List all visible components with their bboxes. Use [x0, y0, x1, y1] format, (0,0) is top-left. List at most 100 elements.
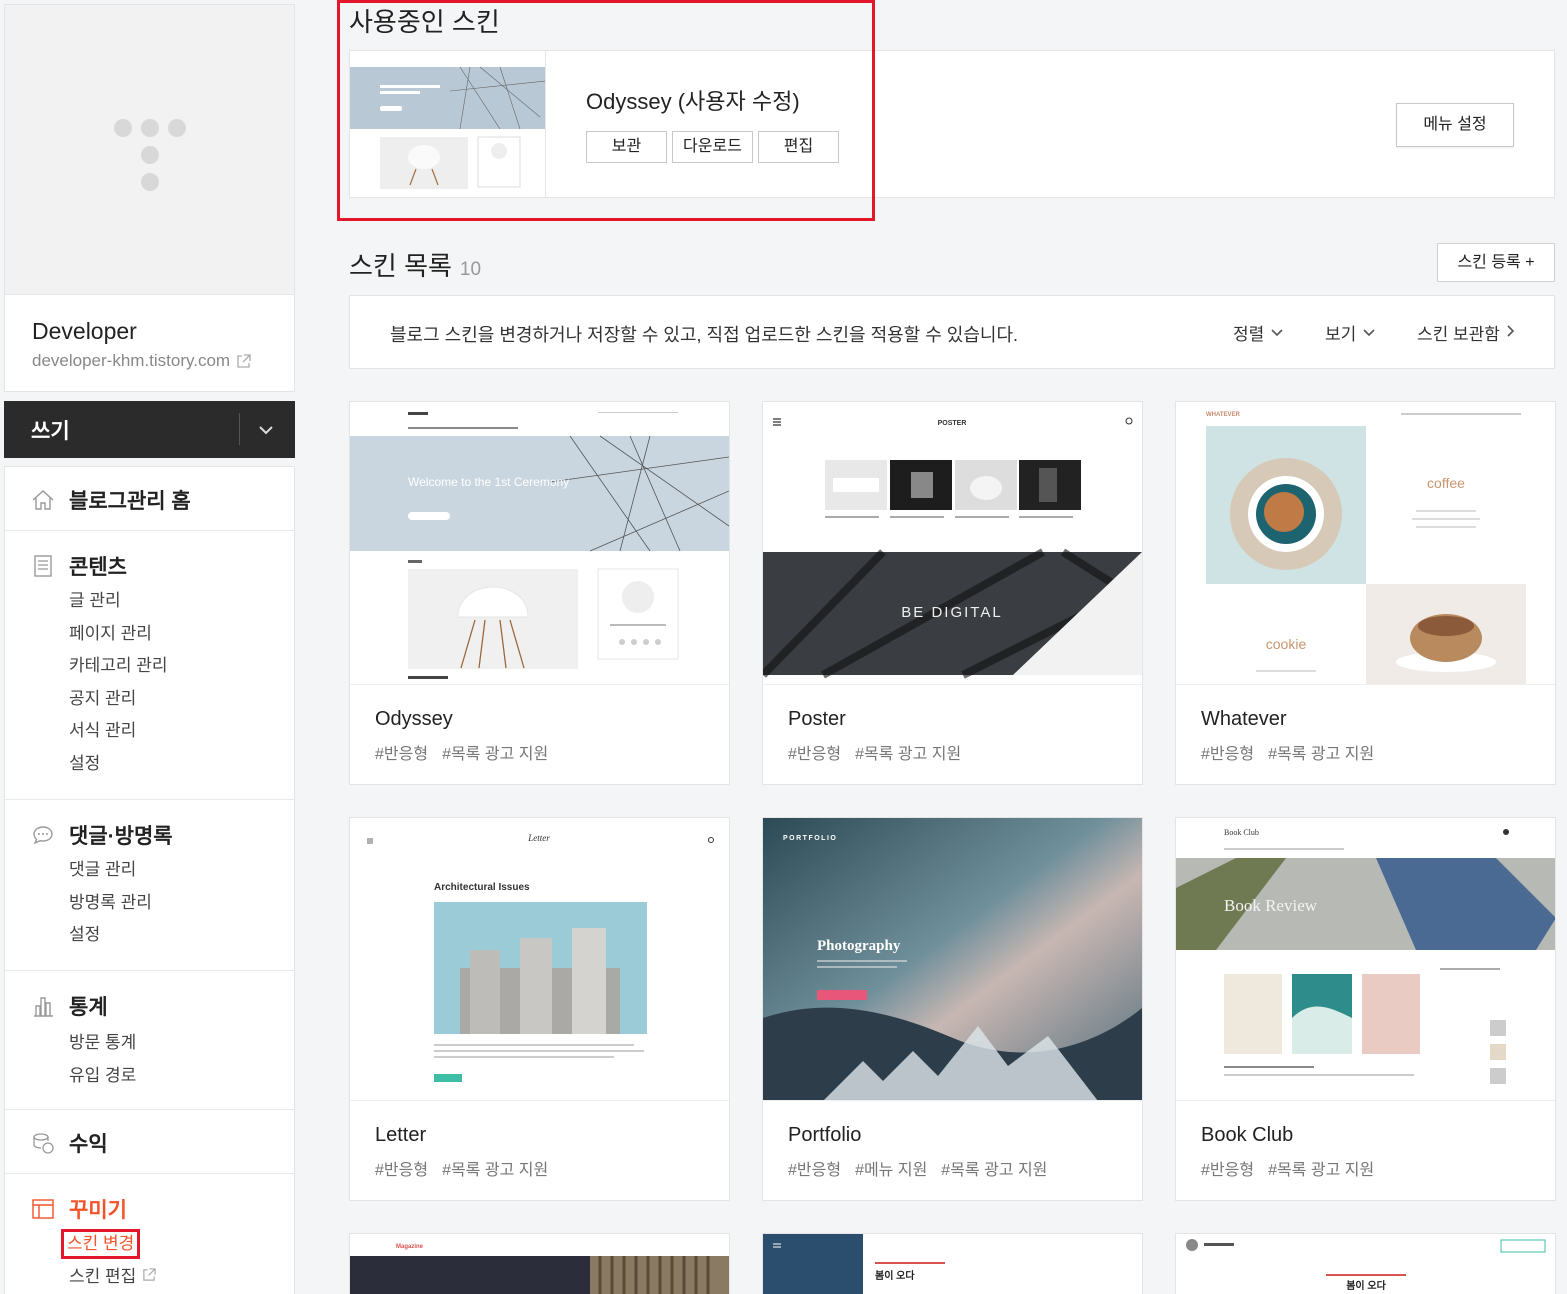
submenu-item[interactable]: 카테고리 관리 [69, 650, 168, 683]
chevron-down-icon[interactable] [254, 419, 278, 441]
skin-name: Book Club [1201, 1124, 1294, 1146]
skin-thumbnail: 봄이 오다 [1176, 1234, 1555, 1294]
skin-tags: #반응형 #목록 광고 지원 [788, 740, 961, 764]
menu-revenue[interactable]: 수익 [31, 1128, 108, 1158]
external-link-icon [236, 353, 251, 369]
blog-url-link[interactable]: developer-khm.tistory.com [32, 351, 251, 371]
chevron-right-icon [1506, 323, 1516, 343]
menu-section-comments: 댓글·방명록 댓글 관리 방명록 관리 설정 [5, 800, 294, 971]
skin-tag: #반응형 [375, 1162, 429, 1179]
blog-url-text: developer-khm.tistory.com [32, 351, 231, 370]
skin-description: 블로그 스킨을 변경하거나 저장할 수 있고, 직접 업로드한 스킨을 적용할 … [390, 325, 1019, 345]
menu-home[interactable]: 블로그관리 홈 [31, 485, 191, 515]
menu-stats[interactable]: 통계 [31, 991, 108, 1021]
speech-bubble-icon [31, 823, 55, 847]
skin-tag: #반응형 [1201, 746, 1255, 763]
menu-comments-label: 댓글·방명록 [69, 825, 173, 848]
thumb-title-text: 봄이 오다 [875, 1269, 915, 1282]
stats-submenu: 방문 통계 유입 경로 [69, 1027, 136, 1092]
skin-info-bar: 블로그 스킨을 변경하거나 저장할 수 있고, 직접 업로드한 스킨을 적용할 … [349, 295, 1555, 369]
submenu-item[interactable]: 방문 통계 [69, 1027, 136, 1060]
menu-stats-label: 통계 [69, 996, 108, 1019]
submenu-item[interactable]: 방명록 관리 [69, 887, 152, 920]
blog-name[interactable]: Developer [32, 318, 137, 345]
sort-dropdown[interactable]: 정렬 [1233, 320, 1284, 345]
download-button[interactable]: 다운로드 [672, 131, 753, 163]
thumb-cookie-text: cookie [1266, 636, 1307, 652]
skin-card-portfolio[interactable]: PORTFOLIO Photography Portfolio #반응형 #메뉴… [762, 817, 1143, 1201]
edit-button[interactable]: 편집 [758, 131, 839, 163]
thumb-brand-text: PORTFOLIO [783, 835, 837, 842]
menu-section-stats: 통계 방문 통계 유입 경로 [5, 971, 294, 1110]
skin-thumbnail: PORTFOLIO Photography [763, 818, 1142, 1101]
submenu-item[interactable]: 글 관리 [69, 585, 168, 618]
skin-card-partial-2[interactable]: 봄이 오다 [762, 1233, 1143, 1294]
bar-chart-icon [31, 994, 55, 1018]
thumb-coffee-text: coffee [1427, 475, 1465, 491]
menu-section-revenue: 수익 [5, 1110, 294, 1174]
menu-section-decorate: 꾸미기 스킨 변경 스킨 편집 [5, 1174, 294, 1294]
chevron-down-icon [1270, 323, 1284, 343]
archive-button[interactable]: 보관 [586, 131, 667, 163]
coins-icon [31, 1131, 55, 1155]
chevron-down-icon [1362, 323, 1376, 343]
menu-setting-button[interactable]: 메뉴 설정 [1396, 103, 1514, 147]
skin-name: Odyssey [375, 708, 453, 730]
skin-thumbnail: Magazine [350, 1234, 729, 1294]
skin-card-partial-3[interactable]: 봄이 오다 [1175, 1233, 1556, 1294]
blog-avatar[interactable] [5, 5, 294, 295]
menu-content[interactable]: 콘텐츠 [31, 551, 127, 581]
skin-tags: #반응형 #목록 광고 지원 [375, 1156, 548, 1180]
skin-tag: #목록 광고 지원 [855, 746, 962, 763]
skin-thumbnail: Letter Architectural Issues [350, 818, 729, 1101]
skin-thumbnail: Welcome to the 1st Ceremony [350, 402, 729, 685]
thumb-hero-text: Book Review [1224, 896, 1318, 915]
skin-thumbnail: WHATEVER coffee cookie [1176, 402, 1555, 685]
skin-tag: #목록 광고 지원 [941, 1162, 1048, 1179]
submenu-item[interactable]: 설정 [69, 919, 152, 952]
thumb-brand-text: POSTER [938, 420, 967, 427]
skin-tag: #메뉴 지원 [855, 1162, 928, 1179]
skin-tag: #목록 광고 지원 [442, 1162, 549, 1179]
skin-list-title-text: 스킨 목록 [349, 251, 452, 281]
skin-card-whatever[interactable]: WHATEVER coffee cookie Whatever #반응형 #목록… [1175, 401, 1556, 785]
thumb-hero-text: BE DIGITAL [901, 604, 1002, 621]
menu-decorate[interactable]: 꾸미기 [31, 1194, 127, 1224]
skin-tags: #반응형 #목록 광고 지원 [1201, 740, 1374, 764]
skin-thumbnail: POSTER BE DIGITAL [763, 402, 1142, 685]
skin-name: Poster [788, 708, 846, 730]
view-dropdown[interactable]: 보기 [1325, 320, 1376, 345]
skin-card-odyssey[interactable]: Welcome to the 1st Ceremony Odyssey #반응형… [349, 401, 730, 785]
skin-tag: #목록 광고 지원 [442, 746, 549, 763]
thumb-brand-text: Book Club [1224, 828, 1259, 837]
document-icon [31, 554, 55, 578]
write-button[interactable]: 쓰기 [31, 415, 70, 445]
register-skin-button[interactable]: 스킨 등록 + [1437, 243, 1555, 282]
divider [239, 413, 240, 445]
skin-card-letter[interactable]: Letter Architectural Issues Letter #반응형 … [349, 817, 730, 1201]
submenu-item[interactable]: 유입 경로 [69, 1060, 136, 1093]
sidebar: Developer developer-khm.tistory.com 쓰기 블… [4, 4, 295, 1294]
submenu-item-skin-edit[interactable]: 스킨 편집 [61, 1261, 156, 1294]
submenu-item[interactable]: 설정 [69, 748, 168, 781]
submenu-item[interactable]: 서식 관리 [69, 715, 168, 748]
submenu-item[interactable]: 공지 관리 [69, 683, 168, 716]
submenu-item-skin-change[interactable]: 스킨 변경 [61, 1228, 156, 1261]
thumb-brand-text: Letter [527, 833, 550, 843]
thumb-title-text: 봄이 오다 [1346, 1279, 1386, 1292]
skin-change-label: 스킨 변경 [61, 1229, 141, 1259]
logo-dot [114, 119, 132, 137]
menu-home-label: 블로그관리 홈 [69, 490, 191, 513]
skin-card-poster[interactable]: POSTER BE DIGITAL Poster #반응형 #목록 광고 지원 [762, 401, 1143, 785]
submenu-item[interactable]: 페이지 관리 [69, 618, 168, 651]
current-skin-thumbnail[interactable] [350, 51, 546, 197]
thumb-heading-text: Architectural Issues [434, 882, 530, 893]
menu-comments[interactable]: 댓글·방명록 [31, 820, 173, 850]
skin-tag: #반응형 [788, 746, 842, 763]
logo-dot [141, 146, 159, 164]
submenu-item[interactable]: 댓글 관리 [69, 854, 152, 887]
skin-archive-link[interactable]: 스킨 보관함 [1417, 320, 1516, 345]
skin-card-bookclub[interactable]: Book Club Book Review Book Club #반응형 #목록… [1175, 817, 1556, 1201]
skin-card-magazine[interactable]: Magazine [349, 1233, 730, 1294]
skin-edit-label: 스킨 편집 [69, 1266, 137, 1286]
